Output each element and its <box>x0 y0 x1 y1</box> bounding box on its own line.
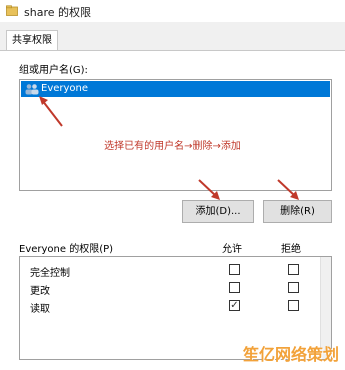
permission-name: 完全控制 <box>30 268 70 279</box>
add-button[interactable]: 添加(D)... <box>182 200 254 223</box>
tab-share-permissions[interactable]: 共享权限 <box>6 30 58 51</box>
annotation-arrow-add <box>198 179 220 200</box>
deny-header: 拒绝 <box>281 244 301 255</box>
instruction-annotation: 选择已有的用户名→删除→添加 <box>104 141 241 152</box>
folder-icon <box>6 5 18 16</box>
list-item-everyone[interactable]: Everyone <box>21 81 330 97</box>
tab-strip: 共享权限 <box>0 22 345 51</box>
deny-checkbox[interactable] <box>288 264 299 275</box>
window-titlebar: share 的权限 <box>0 0 345 23</box>
allow-checkbox[interactable] <box>229 282 240 293</box>
deny-checkbox[interactable] <box>288 282 299 293</box>
annotation-arrow-up <box>39 96 63 127</box>
permission-name: 更改 <box>30 286 50 297</box>
permission-row: 读取 ✓ <box>20 297 331 315</box>
remove-button[interactable]: 删除(R) <box>263 200 332 223</box>
deny-checkbox[interactable] <box>288 300 299 311</box>
permission-row: 更改 <box>20 279 331 297</box>
permission-row: 完全控制 <box>20 261 331 279</box>
allow-checkbox[interactable]: ✓ <box>229 300 240 311</box>
permissions-title: Everyone 的权限(P) <box>19 244 114 255</box>
groups-label: 组或用户名(G): <box>19 65 88 76</box>
allow-checkbox[interactable] <box>229 264 240 275</box>
watermark: 笙亿网络策划 <box>242 345 339 364</box>
window-title: share 的权限 <box>24 6 91 19</box>
permission-name: 读取 <box>30 304 50 315</box>
annotation-arrow-remove <box>277 179 299 200</box>
allow-header: 允许 <box>222 244 242 255</box>
